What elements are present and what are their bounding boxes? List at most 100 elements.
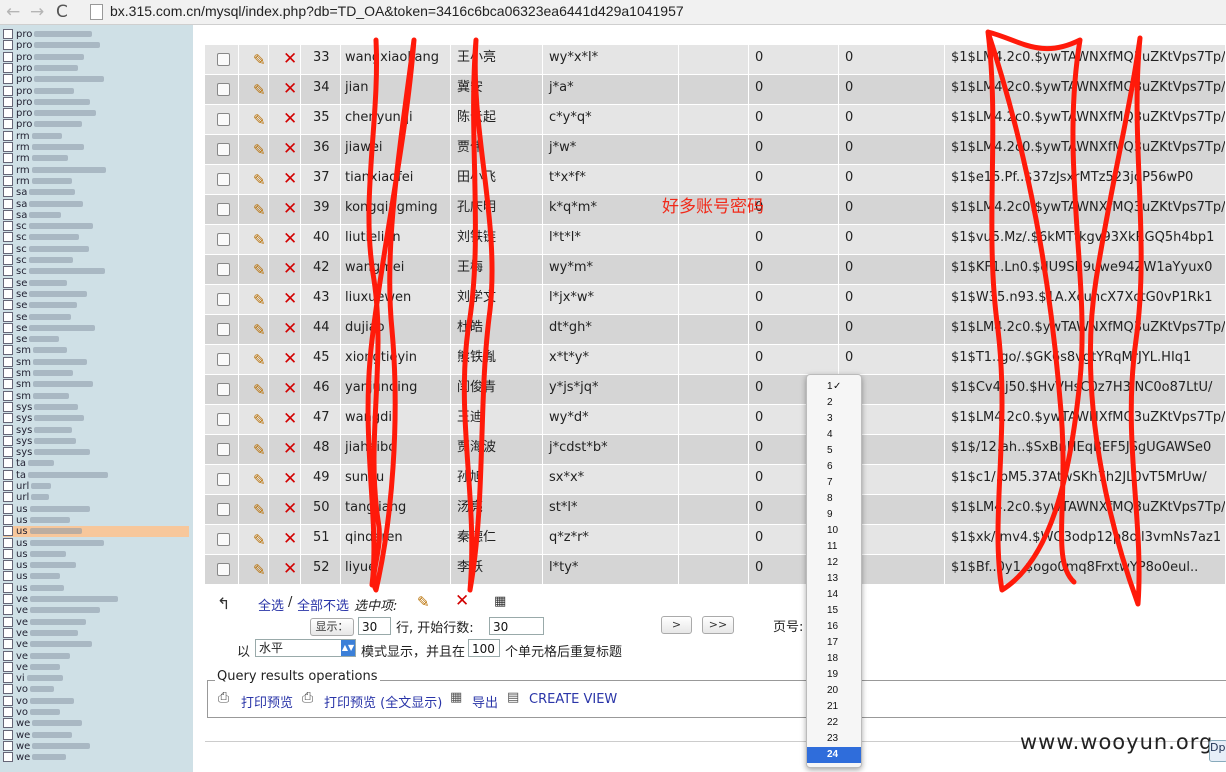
delete-x-icon[interactable]: ✕ xyxy=(283,499,297,519)
sidebar-table-item[interactable]: sc xyxy=(3,266,189,277)
sidebar-table-item[interactable]: vo xyxy=(3,695,189,707)
page-option[interactable]: 16 xyxy=(807,619,861,635)
page-option[interactable]: 15 xyxy=(807,603,861,619)
page-option[interactable]: 17 xyxy=(807,635,861,651)
bulk-edit-pencil-icon[interactable]: ✎ xyxy=(417,593,430,611)
sidebar-table-item[interactable]: rm xyxy=(3,130,189,142)
delete-x-icon[interactable]: ✕ xyxy=(283,379,297,399)
row-checkbox[interactable] xyxy=(217,413,230,426)
sidebar-table-item[interactable]: us xyxy=(3,571,189,582)
page-option[interactable]: 11 xyxy=(807,539,861,555)
edit-pencil-icon[interactable]: ✎ xyxy=(253,441,266,459)
sidebar-table-item[interactable]: sys xyxy=(3,424,189,436)
sidebar-table-item[interactable]: se xyxy=(3,311,189,323)
page-option[interactable]: 14 xyxy=(807,587,861,603)
edit-pencil-icon[interactable]: ✎ xyxy=(253,501,266,519)
sidebar-table-item[interactable]: ve xyxy=(3,661,189,673)
sidebar-table-item[interactable]: vo xyxy=(3,684,189,695)
edit-pencil-icon[interactable]: ✎ xyxy=(253,411,266,429)
print-preview-link[interactable]: 打印预览 xyxy=(241,692,293,711)
export-link[interactable]: 导出 xyxy=(472,692,498,711)
edit-pencil-icon[interactable]: ✎ xyxy=(253,111,266,129)
page-option[interactable]: 4 xyxy=(807,427,861,443)
sidebar-table-item[interactable]: sys xyxy=(3,401,189,413)
edit-pencil-icon[interactable]: ✎ xyxy=(253,51,266,69)
sidebar-table-item[interactable]: sys xyxy=(3,447,189,458)
delete-x-icon[interactable]: ✕ xyxy=(283,289,297,309)
delete-x-icon[interactable]: ✕ xyxy=(283,469,297,489)
sidebar-table-item[interactable]: ta xyxy=(3,469,189,481)
row-checkbox[interactable] xyxy=(217,563,230,576)
sidebar-table-item[interactable]: sm xyxy=(3,368,189,379)
delete-x-icon[interactable]: ✕ xyxy=(283,439,297,459)
row-checkbox[interactable] xyxy=(217,503,230,516)
sidebar-table-item[interactable]: url xyxy=(3,492,189,503)
delete-x-icon[interactable]: ✕ xyxy=(283,529,297,549)
page-option[interactable]: 10 xyxy=(807,523,861,539)
sidebar-table-item[interactable]: ve xyxy=(3,627,189,639)
page-option[interactable]: 22 xyxy=(807,715,861,731)
row-checkbox[interactable] xyxy=(217,533,230,546)
sidebar-table-item[interactable]: us xyxy=(3,514,189,526)
create-view-link[interactable]: CREATE VIEW xyxy=(529,692,617,707)
delete-x-icon[interactable]: ✕ xyxy=(283,139,297,159)
sidebar-table-item[interactable]: us xyxy=(3,537,189,549)
sidebar-table-item[interactable]: sys xyxy=(3,435,189,447)
sidebar-table-item[interactable]: us xyxy=(3,503,189,515)
bulk-export-icon[interactable]: ▦ xyxy=(494,594,506,609)
sidebar-table-item[interactable]: sa xyxy=(3,198,189,210)
row-checkbox[interactable] xyxy=(217,263,230,276)
delete-x-icon[interactable]: ✕ xyxy=(283,559,297,579)
page-option[interactable]: 7 xyxy=(807,475,861,491)
row-checkbox[interactable] xyxy=(217,203,230,216)
row-checkbox[interactable] xyxy=(217,383,230,396)
page-option[interactable]: 6 xyxy=(807,459,861,475)
delete-x-icon[interactable]: ✕ xyxy=(283,349,297,369)
bulk-delete-icon[interactable]: ✕ xyxy=(455,591,469,611)
page-option[interactable]: 23 xyxy=(807,731,861,747)
sidebar-table-item[interactable]: pro xyxy=(3,96,189,108)
sidebar-table-item[interactable]: ve xyxy=(3,605,189,616)
row-checkbox[interactable] xyxy=(217,83,230,96)
delete-x-icon[interactable]: ✕ xyxy=(283,109,297,129)
sidebar-table-item[interactable]: sm xyxy=(3,390,189,402)
sidebar-table-item[interactable]: rm xyxy=(3,142,189,153)
sidebar-table-item[interactable]: sm xyxy=(3,356,189,368)
sidebar-table-item[interactable]: sc xyxy=(3,232,189,243)
row-checkbox[interactable] xyxy=(217,323,230,336)
sidebar-table-item[interactable]: se xyxy=(3,300,189,311)
page-option[interactable]: 20 xyxy=(807,683,861,699)
page-option[interactable]: 9 xyxy=(807,507,861,523)
sidebar-table-item[interactable]: we xyxy=(3,718,189,729)
row-checkbox[interactable] xyxy=(217,443,230,456)
page-option[interactable]: 2 xyxy=(807,395,861,411)
edit-pencil-icon[interactable]: ✎ xyxy=(253,141,266,159)
sidebar-table-item[interactable]: ve xyxy=(3,616,189,628)
sidebar-table-item[interactable]: we xyxy=(3,752,189,763)
edit-pencil-icon[interactable]: ✎ xyxy=(253,201,266,219)
sidebar-table-item[interactable]: sys xyxy=(3,413,189,424)
edit-pencil-icon[interactable]: ✎ xyxy=(253,531,266,549)
sidebar-table-item[interactable]: se xyxy=(3,288,189,300)
sidebar-table-item[interactable]: sa xyxy=(3,187,189,198)
edit-pencil-icon[interactable]: ✎ xyxy=(253,291,266,309)
row-checkbox[interactable] xyxy=(217,173,230,186)
sidebar-table-item[interactable]: url xyxy=(3,481,189,492)
delete-x-icon[interactable]: ✕ xyxy=(283,319,297,339)
sidebar-table-item[interactable]: we xyxy=(3,729,189,741)
page-option[interactable]: 24 xyxy=(807,747,861,763)
sidebar-table-item[interactable]: pro xyxy=(3,62,189,74)
sidebar-table-item[interactable]: ta xyxy=(3,458,189,469)
sidebar-table-item[interactable]: pro xyxy=(3,108,189,119)
back-arrow-icon[interactable]: ← xyxy=(6,2,20,22)
edit-pencil-icon[interactable]: ✎ xyxy=(253,171,266,189)
address-bar[interactable]: bx.315.com.cn/mysql/index.php?db=TD_OA&t… xyxy=(110,3,684,19)
sidebar-table-item[interactable]: rm xyxy=(3,175,189,187)
next-page-button[interactable]: > xyxy=(661,616,692,634)
row-checkbox[interactable] xyxy=(217,53,230,66)
sidebar-table-item[interactable]: we xyxy=(3,740,189,752)
start-row-input[interactable]: 30 xyxy=(489,617,544,635)
sidebar-table-item[interactable]: us xyxy=(3,560,189,571)
sidebar-table-item[interactable]: sc xyxy=(3,243,189,255)
sidebar-table-item[interactable]: pro xyxy=(3,119,189,130)
